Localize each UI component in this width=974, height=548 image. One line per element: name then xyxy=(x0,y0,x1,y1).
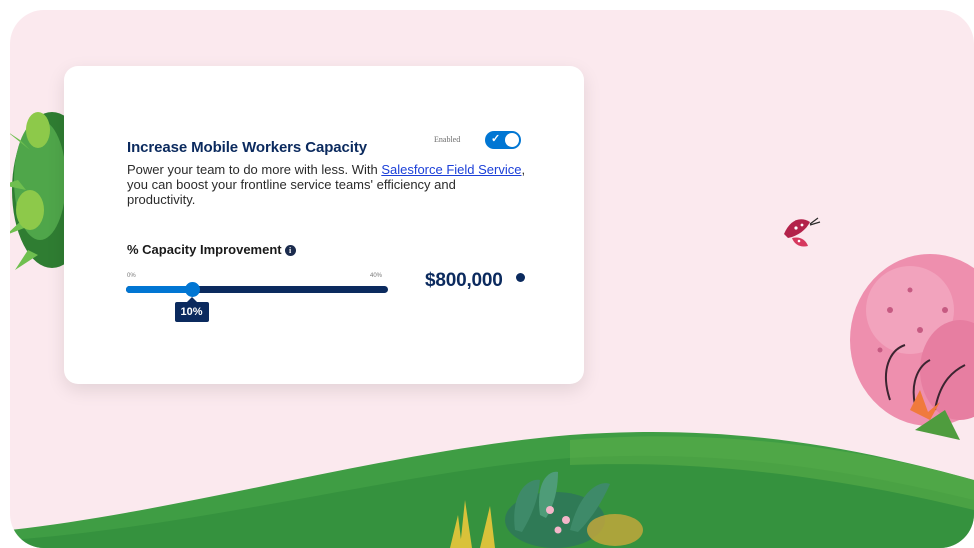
page-frame: Increase Mobile Workers Capacity Enabled… xyxy=(10,10,974,548)
pink-tree-illustration xyxy=(850,254,974,440)
capacity-label: % Capacity Improvement i xyxy=(127,242,296,257)
slider-value-badge: 10% xyxy=(174,297,209,322)
check-icon: ✓ xyxy=(491,133,501,145)
butterfly-icon xyxy=(784,217,821,247)
card-description: Power your team to do more with less. Wi… xyxy=(127,162,527,207)
capacity-label-text: % Capacity Improvement xyxy=(127,242,282,257)
amount-info-icon[interactable] xyxy=(516,273,525,282)
slider-min-label: 0% xyxy=(127,273,136,279)
savings-amount: $800,000 xyxy=(425,270,503,291)
slider-handle[interactable] xyxy=(184,282,200,297)
card-title: Increase Mobile Workers Capacity xyxy=(127,139,367,156)
capacity-slider[interactable] xyxy=(126,282,388,297)
info-icon[interactable]: i xyxy=(284,245,296,256)
salesforce-field-service-link[interactable]: Salesforce Field Service xyxy=(381,162,521,177)
slider-max-label: 40% xyxy=(370,273,383,279)
capacity-card: Increase Mobile Workers Capacity Enabled… xyxy=(64,66,584,384)
description-text-start: Power your team to do more with less. Wi… xyxy=(127,162,382,177)
enabled-toggle[interactable]: ✓ xyxy=(485,131,521,149)
slider-fill xyxy=(126,286,192,293)
enabled-label: Enabled xyxy=(434,135,461,144)
toggle-knob xyxy=(505,133,519,147)
